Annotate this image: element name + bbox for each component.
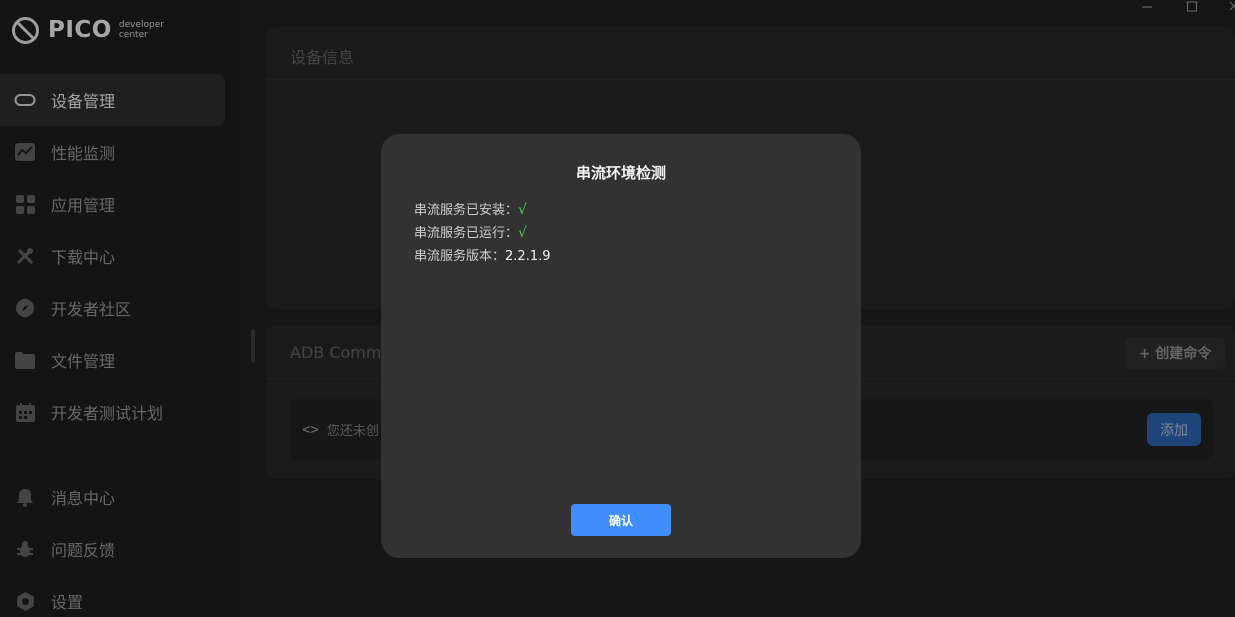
service-version-row: 串流服务版本：2.2.1.9 <box>414 249 551 264</box>
service-version-value: 2.2.1.9 <box>505 249 551 264</box>
service-running-row: 串流服务已运行：√ <box>414 225 527 241</box>
running-check-icon: √ <box>518 225 527 241</box>
installed-check-icon: √ <box>518 202 527 218</box>
dialog-title: 串流环境检测 <box>575 164 666 182</box>
service-installed-row: 串流服务已安装：√ <box>414 202 527 218</box>
stream-env-check-dialog: 串流环境检测 串流服务已安装：√ 串流服务已运行：√ 串流服务版本：2.2.1.… <box>381 134 861 558</box>
confirm-button[interactable]: 确认 <box>571 504 671 536</box>
